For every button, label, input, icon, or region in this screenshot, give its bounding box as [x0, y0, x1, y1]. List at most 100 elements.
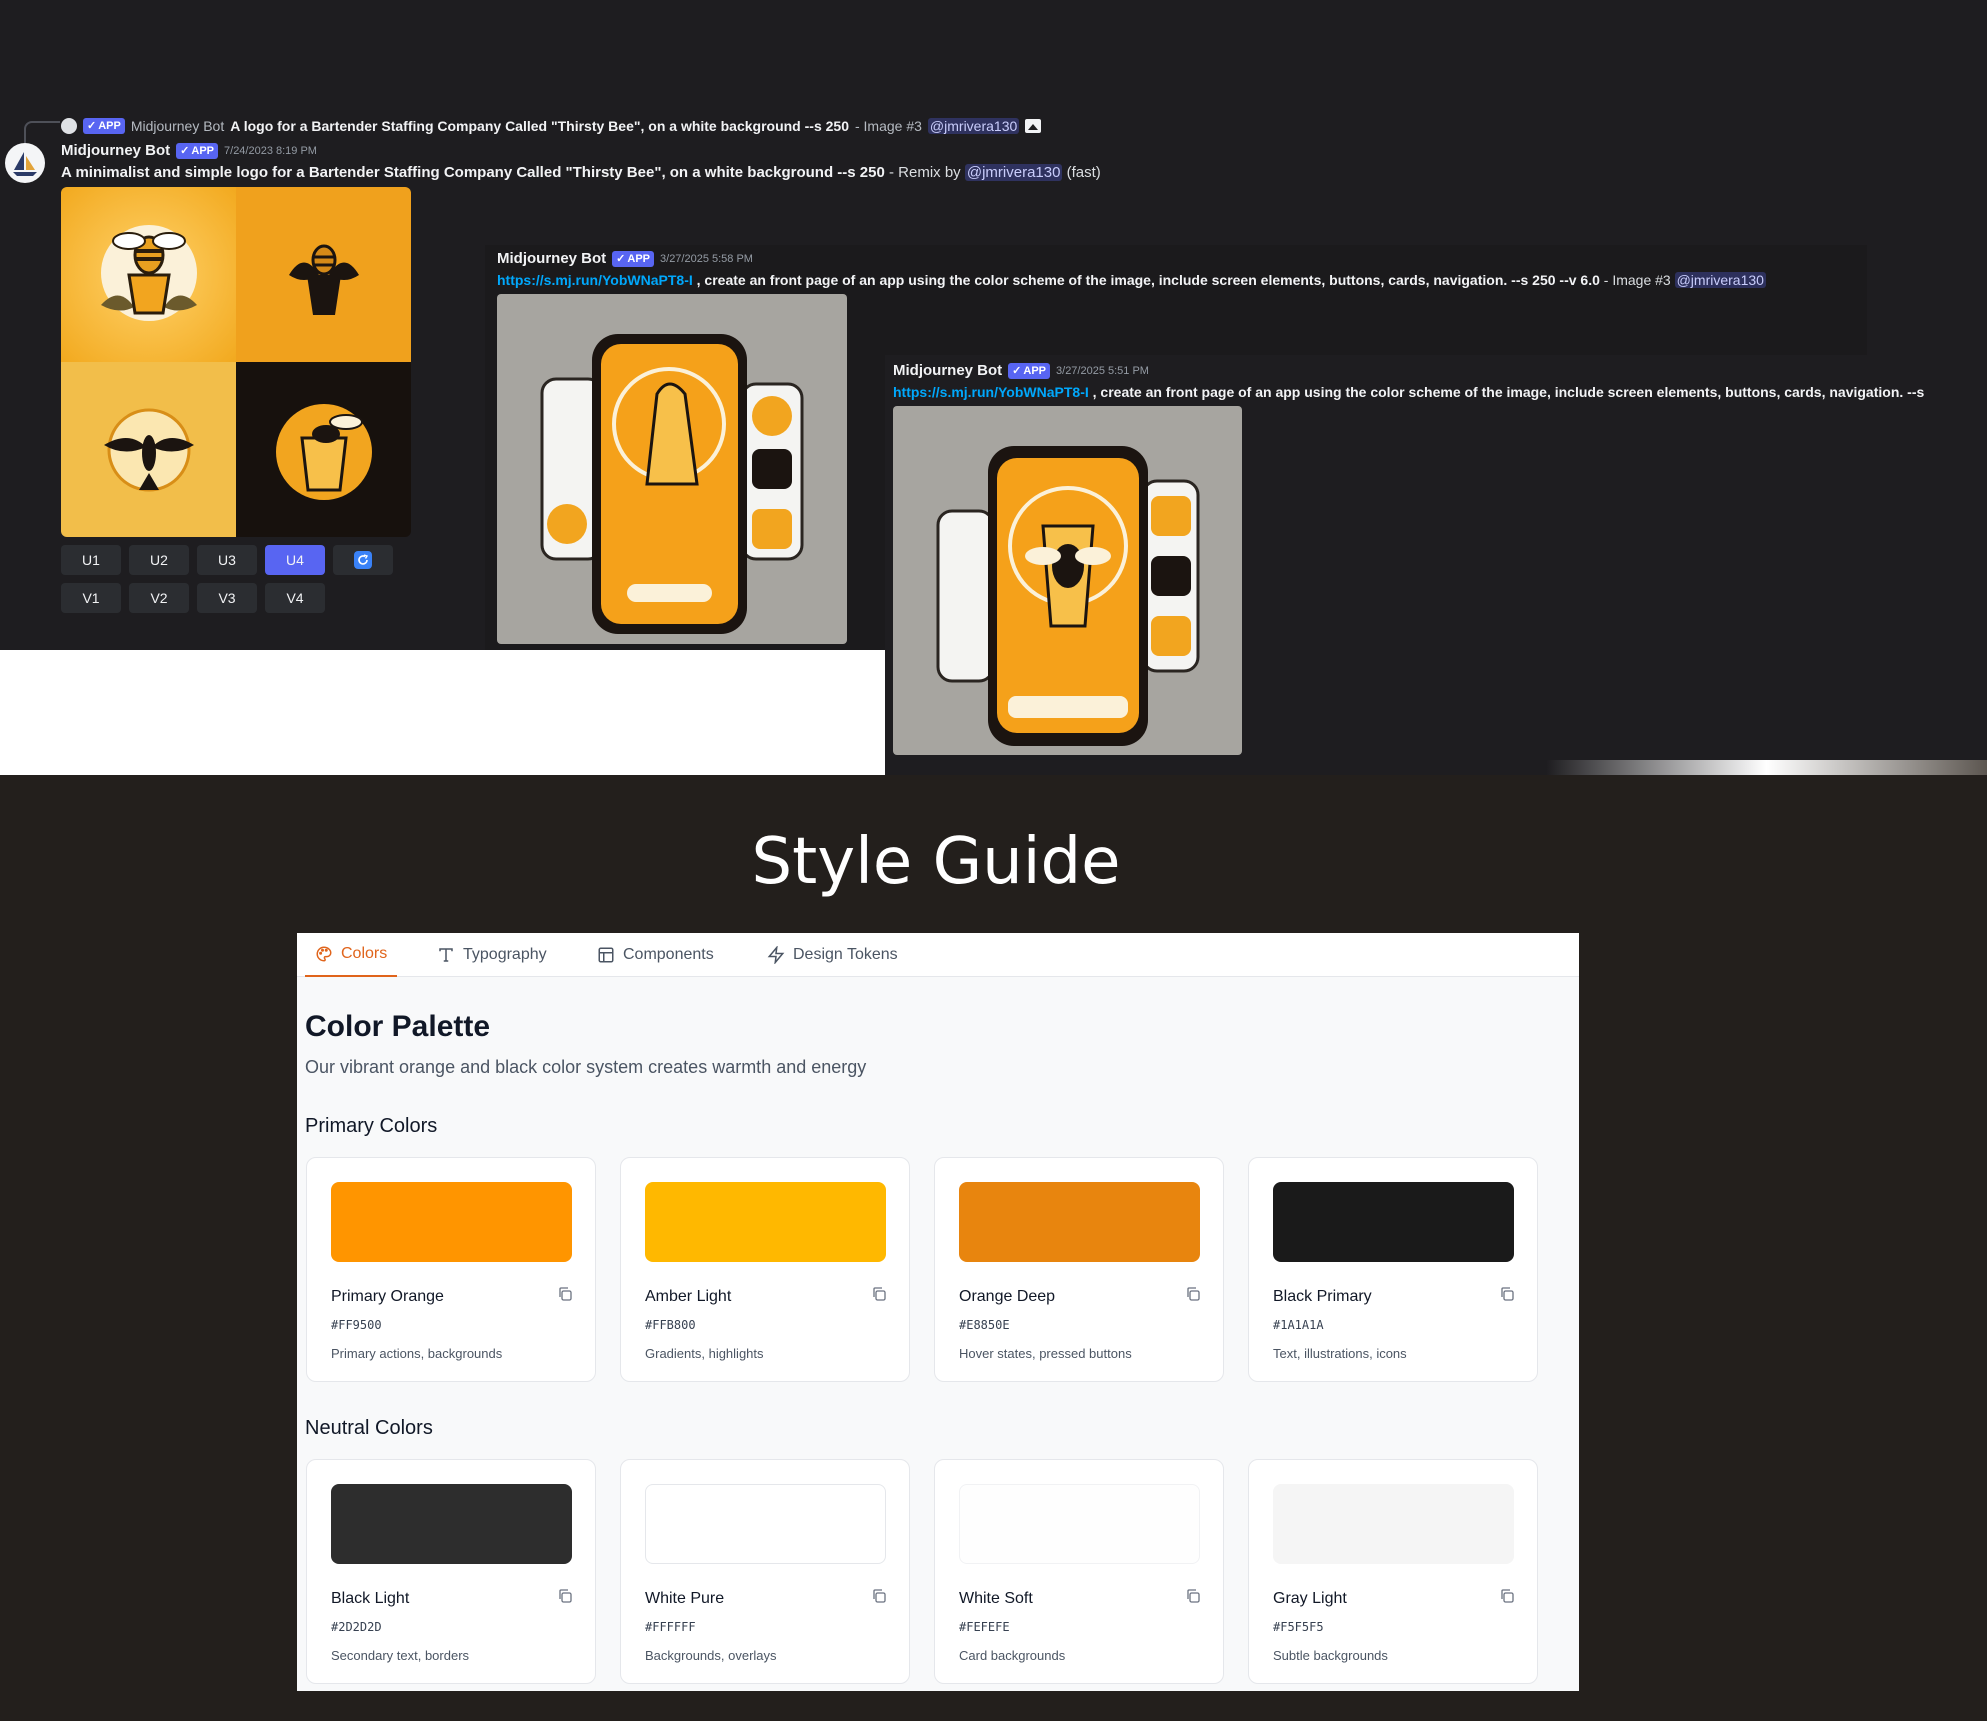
variation-button-2[interactable]: V2: [129, 583, 189, 613]
color-card-amber-light: Amber Light #FFB800 Gradients, highlight…: [620, 1157, 910, 1382]
copy-icon[interactable]: [557, 1286, 573, 1302]
upscale-button-1[interactable]: U1: [61, 545, 121, 575]
copy-icon[interactable]: [557, 1588, 573, 1604]
color-usage: Backgrounds, overlays: [645, 1648, 777, 1663]
color-usage: Subtle backgrounds: [1273, 1648, 1388, 1663]
color-usage: Text, illustrations, icons: [1273, 1346, 1407, 1361]
tab-design-tokens-label: Design Tokens: [793, 946, 898, 963]
app-badge: ✓ APP: [176, 142, 219, 159]
image-icon: [1025, 119, 1042, 133]
reply-prompt: A logo for a Bartender Staffing Company …: [230, 118, 849, 134]
message-2-mention[interactable]: @jmrivera130: [1674, 272, 1766, 288]
color-card-orange-deep: Orange Deep #E8850E Hover states, presse…: [934, 1157, 1224, 1382]
color-swatch: [1273, 1182, 1514, 1262]
tab-colors[interactable]: Colors: [305, 933, 398, 977]
bee-cup-icon: [288, 244, 359, 315]
tab-design-tokens[interactable]: Design Tokens: [767, 933, 898, 977]
color-card-gray-light: Gray Light #F5F5F5 Subtle backgrounds: [1248, 1459, 1538, 1684]
tab-typography-label: Typography: [463, 946, 547, 963]
message-2-author[interactable]: Midjourney Bot: [497, 250, 606, 267]
generated-image-2[interactable]: [497, 294, 847, 644]
reply-mention[interactable]: @jmrivera130: [927, 118, 1020, 134]
tab-typography[interactable]: Typography: [437, 933, 547, 977]
reply-reference[interactable]: ✓ APP Midjourney Bot A logo for a Bartend…: [61, 118, 1042, 134]
app-badge-label: APP: [98, 120, 121, 132]
variation-button-row: V1 V2 V3 V4: [61, 583, 325, 613]
reply-author[interactable]: Midjourney Bot: [131, 118, 224, 134]
app-badge-label: APP: [191, 144, 215, 157]
message-2-suffix: - Image #3: [1603, 272, 1671, 288]
divider-gradient: [885, 760, 1987, 775]
color-card-white-pure: White Pure #FFFFFF Backgrounds, overlays: [620, 1459, 910, 1684]
color-swatch: [331, 1182, 572, 1262]
bee-glass-icon: [100, 224, 197, 321]
copy-icon[interactable]: [1185, 1286, 1201, 1302]
message-3-link[interactable]: https://s.mj.run/YobWNaPT8-I: [893, 384, 1089, 400]
variation-button-1[interactable]: V1: [61, 583, 121, 613]
copy-icon[interactable]: [1499, 1588, 1515, 1604]
variation-button-4[interactable]: V4: [265, 583, 325, 613]
image-grid[interactable]: [61, 187, 411, 537]
bot-avatar[interactable]: [5, 143, 45, 183]
color-name: White Soft: [959, 1590, 1033, 1607]
message-3-header: Midjourney Bot ✓ APP 3/27/2025 5:51 PM: [893, 362, 1149, 379]
color-name: Orange Deep: [959, 1288, 1056, 1305]
color-usage: Primary actions, backgrounds: [331, 1346, 503, 1361]
message-2-link[interactable]: https://s.mj.run/YobWNaPT8-I: [497, 272, 693, 288]
color-card-black-light: Black Light #2D2D2D Secondary text, bord…: [306, 1459, 596, 1684]
grid-image-4[interactable]: [236, 362, 411, 537]
color-usage: Card backgrounds: [959, 1648, 1066, 1663]
grid-image-2[interactable]: [236, 187, 411, 362]
message-1-author[interactable]: Midjourney Bot: [61, 142, 170, 159]
color-card-primary-orange: Primary Orange #FF9500 Primary actions, …: [306, 1157, 596, 1382]
upscale-button-4[interactable]: U4: [265, 545, 325, 575]
tab-components[interactable]: Components: [597, 933, 714, 977]
message-1-text: A minimalist and simple logo for a Barte…: [61, 164, 1101, 181]
message-3-text: https://s.mj.run/YobWNaPT8-I , create an…: [893, 384, 1924, 400]
variation-button-3[interactable]: V3: [197, 583, 257, 613]
refresh-icon: [354, 551, 372, 569]
message-3-author[interactable]: Midjourney Bot: [893, 362, 1002, 379]
color-hex: #FF9500: [331, 1318, 382, 1332]
copy-icon[interactable]: [1185, 1588, 1201, 1604]
message-1-timestamp: 7/24/2023 8:19 PM: [224, 144, 317, 157]
app-badge-label: APP: [1023, 364, 1047, 377]
color-swatch: [645, 1182, 886, 1262]
color-name: Gray Light: [1273, 1590, 1347, 1607]
reply-thread-line: [24, 121, 60, 143]
white-strip: [0, 650, 885, 775]
grid-image-3[interactable]: [61, 362, 236, 537]
copy-icon[interactable]: [1499, 1286, 1515, 1302]
palette-icon: [316, 946, 332, 962]
reroll-button[interactable]: [333, 545, 393, 575]
upscale-button-3[interactable]: U3: [197, 545, 257, 575]
style-guide-title: Style Guide: [751, 825, 1121, 899]
message-1-remix: - Remix by: [889, 164, 961, 181]
color-palette-heading: Color Palette: [305, 1010, 491, 1043]
color-hex: #E8850E: [959, 1318, 1010, 1332]
app-badge-label: APP: [627, 252, 651, 265]
upscale-button-row: U1 U2 U3 U4: [61, 545, 393, 575]
color-card-white-soft: White Soft #FEFEFE Card backgrounds: [934, 1459, 1224, 1684]
copy-icon[interactable]: [871, 1588, 887, 1604]
grid-image-1[interactable]: [61, 187, 236, 362]
upscale-button-2[interactable]: U2: [129, 545, 189, 575]
message-3-prompt: , create an front page of an app using t…: [1092, 384, 1925, 400]
color-hex: #FEFEFE: [959, 1620, 1010, 1634]
tab-colors-label: Colors: [341, 945, 388, 962]
message-2-text: https://s.mj.run/YobWNaPT8-I , create an…: [497, 272, 1766, 288]
color-name: Black Light: [331, 1590, 410, 1607]
color-swatch: [331, 1484, 572, 1564]
color-hex: #1A1A1A: [1273, 1318, 1324, 1332]
color-hex: #FFB800: [645, 1318, 696, 1332]
color-name: Black Primary: [1273, 1288, 1372, 1305]
sailboat-icon: [13, 152, 37, 176]
color-name: Primary Orange: [331, 1288, 444, 1305]
zap-icon: [767, 946, 785, 964]
tab-components-label: Components: [623, 946, 714, 963]
message-1-mention[interactable]: @jmrivera130: [964, 164, 1063, 181]
color-hex: #2D2D2D: [331, 1620, 382, 1634]
generated-image-3[interactable]: [893, 406, 1242, 755]
message-2-header: Midjourney Bot ✓ APP 3/27/2025 5:58 PM: [497, 250, 753, 267]
copy-icon[interactable]: [871, 1286, 887, 1302]
